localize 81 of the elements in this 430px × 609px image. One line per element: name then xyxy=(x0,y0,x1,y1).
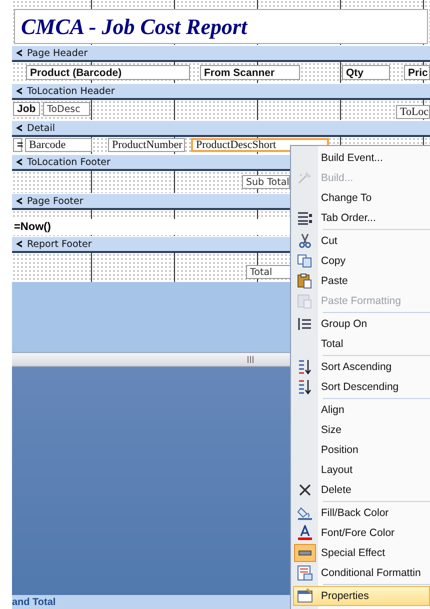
menu-item[interactable]: Size xyxy=(293,420,430,440)
menu-item[interactable]: Layout xyxy=(293,460,430,480)
menu-item-label: Paste xyxy=(321,275,348,287)
copy-icon xyxy=(297,253,313,269)
menu-item-label: Delete xyxy=(321,484,352,496)
section-marker-icon xyxy=(15,87,23,95)
menu-item-label: Copy xyxy=(321,255,346,267)
section-title: ToLocation Header xyxy=(27,86,115,96)
section-title: Page Footer xyxy=(27,196,84,206)
menu-item[interactable]: Fill/Back Color xyxy=(293,503,430,523)
font-color-icon xyxy=(297,525,313,541)
section-title: ToLocation Footer xyxy=(27,156,110,168)
fill-bucket-icon xyxy=(297,505,313,521)
menu-item-label: Size xyxy=(321,424,342,436)
report-label[interactable]: = xyxy=(13,138,22,152)
menu-item[interactable]: Special Effect xyxy=(293,543,430,563)
conditional-format-icon xyxy=(297,565,313,581)
menu-item[interactable]: Group On xyxy=(293,314,430,334)
report-title[interactable]: CMCA - Job Cost Report xyxy=(14,9,428,44)
menu-item[interactable]: Sort Descending xyxy=(293,377,430,397)
menu-item[interactable]: Conditional Formattin xyxy=(293,563,430,583)
section-bar[interactable]: Detail xyxy=(12,120,430,137)
status-text: and Total xyxy=(12,596,56,608)
menu-item[interactable]: Copy xyxy=(293,251,430,271)
section-marker-icon xyxy=(15,49,23,57)
menu-item-label: Paste Formatting xyxy=(321,295,401,307)
menu-item-label: Sort Ascending xyxy=(321,361,392,373)
report-label[interactable]: ToDesc xyxy=(43,102,90,116)
sort-descending-icon xyxy=(297,379,313,395)
delete-icon xyxy=(297,482,313,498)
section-bar[interactable]: ToLocation Header xyxy=(12,83,430,100)
menu-item-label: Build... xyxy=(321,172,354,184)
menu-item-label: Fill/Back Color xyxy=(321,507,389,519)
paste-format-icon xyxy=(297,293,313,309)
report-label[interactable]: Qty xyxy=(342,65,390,80)
report-label[interactable]: Product (Barcode) xyxy=(26,65,190,80)
menu-item-label: Change To xyxy=(321,192,372,204)
section-marker-icon xyxy=(15,197,23,205)
section-title: Page Header xyxy=(27,48,88,58)
tab-order-icon xyxy=(297,210,313,226)
menu-item[interactable]: Font/Fore Color xyxy=(293,523,430,543)
menu-item-label: Align xyxy=(321,404,344,416)
menu-item[interactable]: Properties xyxy=(293,586,430,606)
properties-icon xyxy=(297,588,313,604)
sort-ascending-icon xyxy=(297,359,313,375)
build-wand-icon xyxy=(297,170,313,186)
clipboard-icon xyxy=(297,273,313,289)
menu-item-label: Position xyxy=(321,444,358,456)
text-field[interactable]: Barcode xyxy=(25,138,92,152)
group-list-icon xyxy=(297,316,313,332)
section-title: Report Footer xyxy=(27,238,92,250)
menu-item[interactable]: Paste xyxy=(293,271,430,291)
menu-item[interactable]: Align xyxy=(293,400,430,420)
menu-item-label: Cut xyxy=(321,235,338,247)
section-marker-icon xyxy=(15,158,23,166)
report-label[interactable]: Sub Total xyxy=(242,175,290,189)
scissors-icon xyxy=(297,233,313,249)
menu-item[interactable]: Sort Ascending xyxy=(293,357,430,377)
menu-item-label: Sort Descending xyxy=(321,381,399,393)
menu-item-label: Font/Fore Color xyxy=(321,527,395,539)
section-title: Detail xyxy=(27,122,55,134)
grip-icon xyxy=(247,356,254,363)
menu-item[interactable]: Total xyxy=(293,334,430,354)
text-field[interactable]: ToLoc xyxy=(396,105,430,119)
menu-item-label: Group On xyxy=(321,318,368,330)
section-marker-icon xyxy=(15,124,23,132)
menu-item-label: Layout xyxy=(321,464,353,476)
menu-item-label: Properties xyxy=(321,590,369,602)
report-label[interactable]: Job xyxy=(13,102,40,116)
text-field[interactable]: ProductNumber xyxy=(108,138,185,152)
report-label[interactable]: From Scanner xyxy=(200,65,300,80)
section-bar[interactable]: Page Header xyxy=(12,45,430,62)
menu-item[interactable]: Position xyxy=(293,440,430,460)
menu-item[interactable]: Delete xyxy=(293,480,430,500)
report-label[interactable]: Pric xyxy=(404,65,430,80)
menu-item-label: Special Effect xyxy=(321,547,386,559)
menu-item-label: Conditional Formattin xyxy=(321,567,421,579)
menu-item-label: Build Event... xyxy=(321,152,383,164)
report-label[interactable]: Total xyxy=(246,265,292,279)
menu-item-label: Total xyxy=(321,338,344,350)
section-marker-icon xyxy=(15,240,23,248)
